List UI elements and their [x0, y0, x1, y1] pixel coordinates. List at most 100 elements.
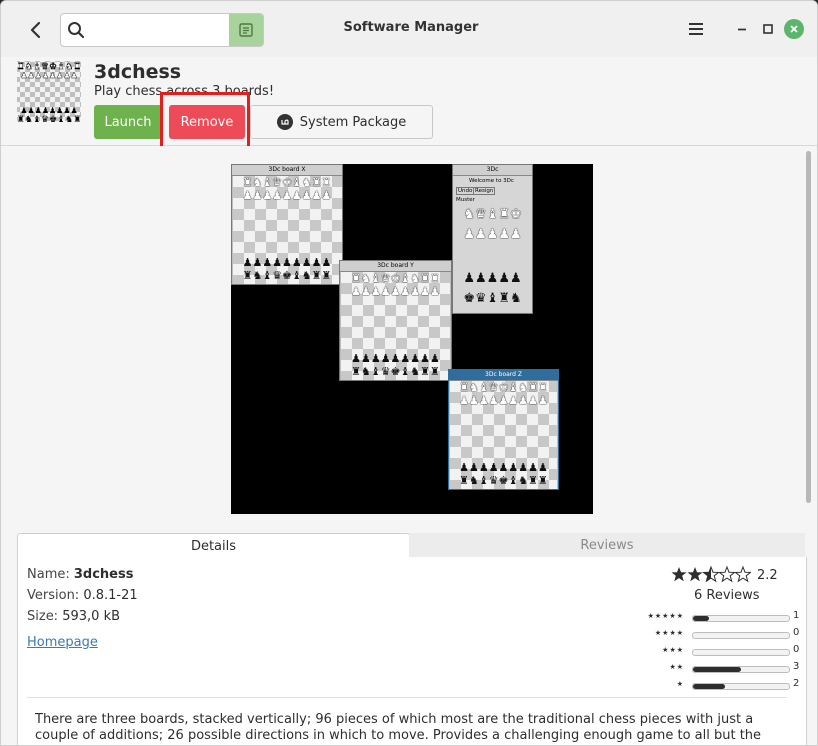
board-y-white-pawns: ♟♟♟♟♟♟♟♟♟: [351, 285, 440, 298]
star-rating-icon: [671, 566, 751, 582]
rating-bar-fill: [693, 684, 725, 689]
software-manager-window: Software Manager ♜♞♝♛♚♝♞♜ ♟♟♟♟♟♟♟♟ ♟♟♟♟♟…: [0, 0, 818, 746]
homepage-link[interactable]: Homepage: [27, 635, 98, 650]
rating-row-4: ★★★★ 0: [638, 627, 800, 641]
details-panel: Name: 3dchess Version: 0.8.1-21 Size: 59…: [17, 557, 807, 745]
board-x-black-back-row: ♜♞♝♛♚♝♞♜♜: [242, 269, 332, 282]
rating-row-stars: ★★★★: [654, 629, 684, 637]
info-window-title: 3Dc: [453, 165, 532, 176]
board-y-black-pawns: ♟♟♟♟♟♟♟♟♟: [351, 352, 440, 365]
rating-row-count: 1: [793, 610, 800, 621]
app-name: 3dchess: [94, 61, 182, 83]
details-divider: [27, 697, 787, 698]
info-white-pieces-1: ♞♛♝♜♚: [463, 207, 522, 222]
average-rating-value: 2.2: [757, 568, 778, 583]
close-button[interactable]: [784, 19, 804, 39]
name-row: Name: 3dchess: [27, 567, 133, 582]
rating-row-count: 0: [793, 644, 800, 655]
info-muster: Muster: [456, 197, 475, 203]
info-welcome: Welcome to 3Dc: [469, 178, 514, 184]
board-x-title: 3Dc board X: [232, 165, 342, 176]
rating-bar: [692, 683, 790, 690]
remove-highlight-box: [160, 92, 250, 152]
board-y-black-back-row: ♜♞♝♛♚♝♞♜♜: [351, 365, 440, 378]
search-description-toggle[interactable]: [229, 14, 263, 46]
system-package-label: System Package: [299, 114, 407, 130]
board-z-window: 3Dc board Z ♜♞♝♛♚♝♞♜♜ ♟♟♟♟♟♟♟♟♟ ♟♟♟♟♟♟♟♟…: [448, 369, 559, 490]
tab-reviews[interactable]: Reviews: [409, 533, 805, 558]
svg-text:♟♟♟♟♟♟♟♟: ♟♟♟♟♟♟♟♟: [20, 71, 77, 80]
rating-row-count: 3: [793, 661, 800, 672]
details-tabs: Details Reviews: [17, 533, 805, 558]
hamburger-menu-button[interactable]: [685, 18, 707, 40]
rating-row-stars: ★: [676, 680, 684, 688]
rating-bar: [692, 615, 790, 622]
info-window: 3Dc Welcome to 3Dc Undo Resign Muster ♞♛…: [452, 164, 533, 314]
back-button[interactable]: [21, 15, 51, 45]
version-value: 0.8.1-21: [83, 588, 138, 603]
rating-row-3: ★★★ 0: [638, 644, 800, 658]
rating-row-stars: ★★★★★: [647, 612, 684, 620]
search-box[interactable]: [60, 13, 264, 47]
rating-bar-fill: [693, 616, 710, 621]
app-screenshot[interactable]: 3Dc board X ♜♞♝♛♚♝♞♜♜ ♟♟♟♟♟♟♟♟♟ ♟♟♟♟♟♟♟♟…: [231, 164, 593, 514]
board-x-black-pawns: ♟♟♟♟♟♟♟♟♟: [242, 256, 332, 269]
linux-mint-icon: [276, 114, 293, 130]
tab-details[interactable]: Details: [17, 533, 410, 558]
maximize-icon: [763, 24, 773, 34]
board-y-title: 3Dc board Y: [340, 261, 451, 272]
size-label: Size:: [27, 609, 59, 624]
info-undo: Undo: [456, 187, 475, 195]
app-header: ♜♞♝♛♚♝♞♜ ♟♟♟♟♟♟♟♟ ♟♟♟♟♟♟♟♟ ♜♞♝♛♚♝♞♜ 3dch…: [1, 57, 817, 152]
reviews-count: 6 Reviews: [694, 588, 760, 603]
info-white-pieces-2: ♟♟♟♟♟: [463, 227, 522, 242]
info-resign: Resign: [473, 187, 496, 195]
rating-bar: [692, 632, 790, 639]
minimize-button[interactable]: [731, 18, 753, 40]
app-description: There are three boards, stacked vertical…: [35, 712, 762, 745]
version-row: Version: 0.8.1-21: [27, 588, 138, 603]
board-y-window: 3Dc board Y ♜♞♝♛♚♝♞♜♜ ♟♟♟♟♟♟♟♟♟ ♟♟♟♟♟♟♟♟…: [339, 260, 452, 381]
board-x-white-back-row: ♜♞♝♛♚♝♞♜♜: [242, 176, 332, 189]
chevron-left-icon: [30, 21, 41, 39]
board-z-black-back-row: ♜♞♝♛♚♝♞♜♜: [459, 474, 548, 487]
board-z-white-pawns: ♟♟♟♟♟♟♟♟♟: [459, 394, 548, 407]
name-value: 3dchess: [73, 567, 134, 582]
maximize-button[interactable]: [757, 18, 779, 40]
board-x-window: 3Dc board X ♜♞♝♛♚♝♞♜♜ ♟♟♟♟♟♟♟♟♟ ♟♟♟♟♟♟♟♟…: [231, 164, 343, 285]
size-value: 593,0 kB: [62, 609, 121, 624]
svg-text:♜♞♝♛♚♝♞♜: ♜♞♝♛♚♝♞♜: [17, 115, 82, 125]
board-x-white-pawns: ♟♟♟♟♟♟♟♟♟: [242, 189, 332, 202]
svg-text:♟♟♟♟♟♟♟♟: ♟♟♟♟♟♟♟♟: [20, 106, 77, 115]
header-bar: Software Manager: [1, 1, 817, 57]
rating-row-stars: ★★: [669, 663, 684, 671]
hamburger-icon: [689, 23, 703, 35]
document-search-icon: [239, 23, 253, 37]
rating-bar: [692, 649, 790, 656]
board-z-white-back-row: ♜♞♝♛♚♝♞♜♜: [459, 381, 548, 394]
search-input[interactable]: [91, 14, 229, 46]
name-label: Name:: [27, 567, 70, 582]
board-z-title: 3Dc board Z: [449, 370, 558, 381]
info-black-pieces-1: ♟♟♟♟♟: [463, 271, 522, 286]
rating-row-count: 2: [793, 678, 800, 689]
vertical-scrollbar[interactable]: [806, 151, 811, 503]
system-package-button[interactable]: System Package: [250, 105, 433, 139]
rating-row-count: 0: [793, 627, 800, 638]
rating-bar: [692, 666, 790, 673]
window-title: Software Manager: [343, 20, 479, 35]
rating-row-stars: ★★★: [662, 646, 684, 654]
rating-bar-fill: [693, 667, 741, 672]
info-black-pieces-2: ♚♛♝♜♞: [463, 291, 522, 306]
size-row: Size: 593,0 kB: [27, 609, 120, 624]
version-label: Version:: [27, 588, 80, 603]
minimize-icon: [738, 28, 746, 31]
board-z-black-pawns: ♟♟♟♟♟♟♟♟♟: [459, 461, 548, 474]
launch-button[interactable]: Launch: [94, 105, 162, 139]
close-icon: [790, 25, 798, 33]
search-icon: [68, 22, 85, 39]
chessboard-app-icon: ♜♞♝♛♚♝♞♜ ♟♟♟♟♟♟♟♟ ♟♟♟♟♟♟♟♟ ♜♞♝♛♚♝♞♜: [17, 61, 82, 125]
board-y-white-back-row: ♜♞♝♛♚♝♞♜♜: [351, 272, 440, 285]
rating-row-5: ★★★★★ 1: [638, 610, 800, 624]
rating-row-1: ★ 2: [638, 678, 800, 692]
